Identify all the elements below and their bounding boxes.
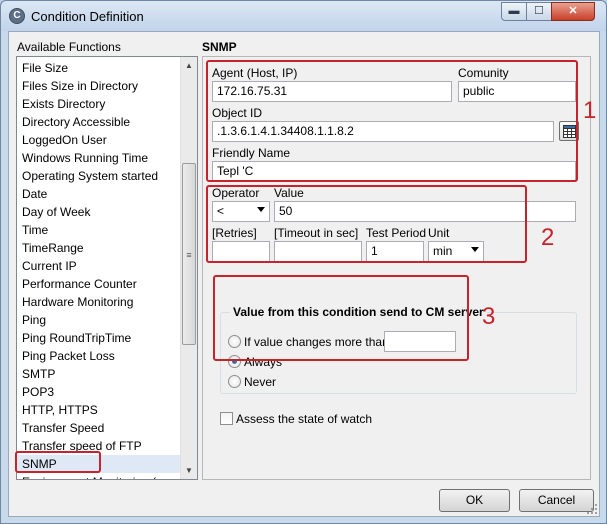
list-item[interactable]: Performance Counter bbox=[22, 275, 137, 293]
list-item[interactable]: Directory Accessible bbox=[22, 113, 130, 131]
annotation-number-2: 2 bbox=[541, 224, 555, 251]
annotation-box-2 bbox=[206, 185, 527, 263]
assess-state-label[interactable]: Assess the state of watch bbox=[236, 412, 372, 426]
close-button[interactable]: ✕ bbox=[551, 2, 595, 21]
list-item[interactable]: LoggedOn User bbox=[22, 131, 107, 149]
list-item[interactable]: Day of Week bbox=[22, 203, 90, 221]
window-title: Condition Definition bbox=[31, 9, 144, 24]
list-item[interactable]: Current IP bbox=[22, 257, 77, 275]
list-item[interactable]: Ping RoundTripTime bbox=[22, 329, 131, 347]
list-item[interactable]: Environment Monitoring (sensor) bbox=[22, 473, 196, 479]
list-item[interactable]: Operating System started bbox=[22, 167, 158, 185]
arrow-down-icon[interactable]: ▼ bbox=[181, 462, 197, 479]
annotation-number-1: 1 bbox=[583, 97, 597, 124]
available-functions-label: Available Functions bbox=[17, 40, 121, 54]
cancel-button[interactable]: Cancel bbox=[519, 489, 594, 512]
annotation-box-1 bbox=[206, 60, 578, 182]
annotation-box-snmp-selection bbox=[15, 451, 101, 473]
list-item[interactable]: File Size bbox=[22, 59, 68, 77]
app-icon: C bbox=[9, 8, 25, 24]
list-item[interactable]: Files Size in Directory bbox=[22, 77, 138, 95]
list-item[interactable]: SMTP bbox=[22, 365, 55, 383]
scrollbar-thumb[interactable]: ≡ bbox=[182, 163, 196, 345]
list-item[interactable]: Ping Packet Loss bbox=[22, 347, 115, 365]
list-item[interactable]: Exists Directory bbox=[22, 95, 105, 113]
arrow-up-icon[interactable]: ▲ bbox=[181, 57, 197, 74]
maximize-button[interactable]: ☐ bbox=[526, 2, 552, 21]
list-item[interactable]: Ping bbox=[22, 311, 46, 329]
title-bar[interactable]: C Condition Definition ▬ ☐ ✕ bbox=[1, 1, 606, 31]
minimize-button[interactable]: ▬ bbox=[501, 2, 527, 21]
list-item[interactable]: TimeRange bbox=[22, 239, 84, 257]
list-item[interactable]: POP3 bbox=[22, 383, 54, 401]
list-item[interactable]: Date bbox=[22, 185, 47, 203]
ok-button[interactable]: OK bbox=[439, 489, 510, 512]
list-item[interactable]: Hardware Monitoring bbox=[22, 293, 133, 311]
resize-grip-icon[interactable] bbox=[586, 503, 598, 515]
list-item[interactable]: Time bbox=[22, 221, 48, 239]
list-item[interactable]: Transfer Speed bbox=[22, 419, 104, 437]
annotation-number-3: 3 bbox=[482, 303, 496, 330]
condition-definition-window: C Condition Definition ▬ ☐ ✕ Available F… bbox=[0, 0, 607, 524]
list-item[interactable]: Windows Running Time bbox=[22, 149, 148, 167]
assess-state-checkbox[interactable] bbox=[220, 412, 233, 425]
radio-never[interactable] bbox=[228, 375, 241, 388]
radio-never-label[interactable]: Never bbox=[244, 375, 276, 389]
snmp-section-title: SNMP bbox=[202, 40, 237, 54]
list-scrollbar[interactable]: ▲ ≡ ▼ bbox=[180, 57, 197, 479]
annotation-box-3 bbox=[213, 275, 469, 361]
list-item[interactable]: HTTP, HTTPS bbox=[22, 401, 98, 419]
functions-list[interactable]: File Size Files Size in Directory Exists D… bbox=[16, 56, 198, 480]
